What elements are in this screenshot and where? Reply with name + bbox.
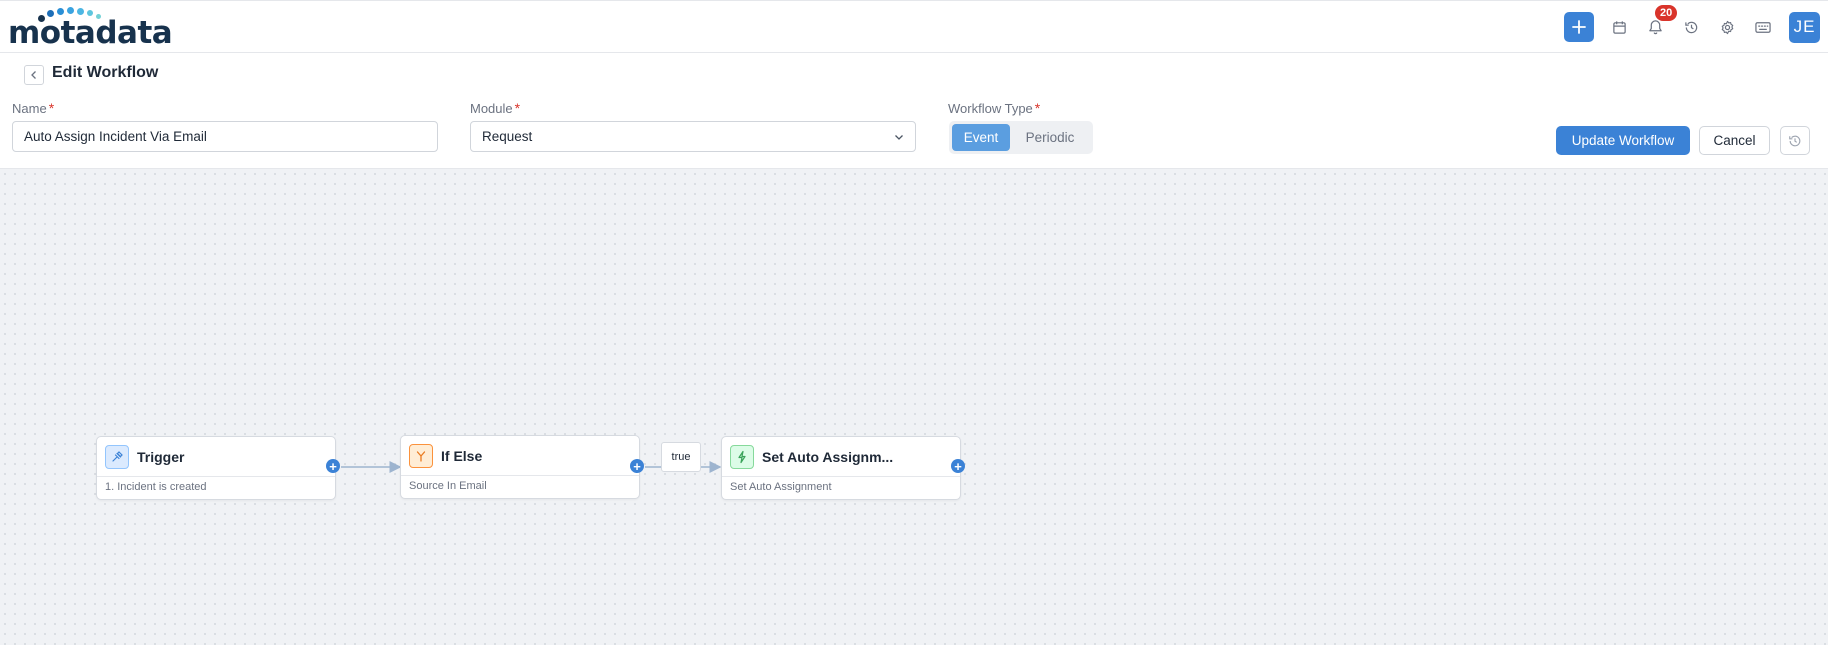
node-subtitle: Set Auto Assignment xyxy=(730,481,832,493)
history-icon xyxy=(1684,21,1697,33)
required-mark: * xyxy=(48,100,55,116)
keyboard-icon xyxy=(1755,21,1771,33)
branch-icon xyxy=(409,443,433,468)
add-button[interactable] xyxy=(1564,12,1594,42)
workflow-node-trigger[interactable]: Trigger 1. Incident is created xyxy=(96,436,336,500)
revert-icon xyxy=(1789,135,1801,146)
calendar-icon xyxy=(1612,20,1626,34)
name-input-value: Auto Assign Incident Via Email xyxy=(24,129,207,144)
required-mark: * xyxy=(1034,100,1041,116)
module-select-value: Request xyxy=(482,129,533,144)
settings-button[interactable] xyxy=(1709,12,1745,42)
workflow-type-label-text: Workflow Type xyxy=(948,101,1033,116)
workflow-type-event[interactable]: Event xyxy=(952,124,1010,151)
workflow-node-ifelse[interactable]: If Else Source In Email xyxy=(400,435,640,499)
action-icon xyxy=(730,444,754,469)
top-bar: motadata 20 JE xyxy=(0,0,1828,53)
chevron-down-icon xyxy=(895,135,903,140)
page-title: Edit Workflow xyxy=(52,64,159,81)
motadata-logo[interactable]: motadata xyxy=(8,7,173,49)
cancel-button[interactable]: Cancel xyxy=(1699,126,1770,155)
node-subtitle: 1. Incident is created xyxy=(105,481,207,493)
module-label-text: Module xyxy=(470,101,513,116)
user-avatar[interactable]: JE xyxy=(1789,11,1820,43)
name-label-text: Name xyxy=(12,101,47,116)
logo-dot xyxy=(67,7,74,14)
node-subtitle: Source In Email xyxy=(409,480,487,492)
module-select[interactable]: Request xyxy=(470,121,916,152)
node-title: Set Auto Assignm... xyxy=(762,448,894,465)
name-input[interactable]: Auto Assign Incident Via Email xyxy=(12,121,438,152)
gear-icon xyxy=(1721,20,1733,34)
add-step-port[interactable]: + xyxy=(630,459,644,473)
logo-dot xyxy=(57,8,64,15)
edge-label-true[interactable]: true xyxy=(661,442,701,472)
workflow-type-periodic[interactable]: Periodic xyxy=(1010,124,1090,151)
workflow-type-label: Workflow Type * xyxy=(948,100,1040,116)
workflow-node-action[interactable]: Set Auto Assignm... Set Auto Assignment xyxy=(721,436,961,500)
workflow-type-toggle: Event Periodic xyxy=(949,121,1093,154)
topbar-actions: 20 JE xyxy=(1564,5,1820,43)
required-mark: * xyxy=(514,100,521,116)
notifications-button[interactable]: 20 xyxy=(1637,5,1678,42)
node-title: Trigger xyxy=(137,448,185,465)
revert-button[interactable] xyxy=(1780,126,1810,155)
keyboard-shortcuts-button[interactable] xyxy=(1745,12,1781,42)
back-button[interactable] xyxy=(24,65,44,85)
logo-text: motadata xyxy=(8,15,173,51)
node-header: Set Auto Assignm... xyxy=(722,437,960,477)
update-workflow-button[interactable]: Update Workflow xyxy=(1556,126,1690,155)
history-button[interactable] xyxy=(1673,12,1709,42)
bell-icon xyxy=(1648,20,1662,35)
plus-icon xyxy=(1572,20,1586,34)
add-step-port[interactable]: + xyxy=(951,459,965,473)
node-header: If Else xyxy=(401,436,639,476)
name-label: Name * xyxy=(12,100,54,116)
chevron-left-icon xyxy=(31,71,36,79)
workflow-canvas[interactable] xyxy=(0,168,1828,645)
trigger-icon xyxy=(105,444,129,469)
module-label: Module * xyxy=(470,100,520,116)
calendar-button[interactable] xyxy=(1601,12,1637,42)
node-header: Trigger xyxy=(97,437,335,477)
add-step-port[interactable]: + xyxy=(326,459,340,473)
node-title: If Else xyxy=(441,447,483,464)
logo-dot xyxy=(77,8,84,15)
